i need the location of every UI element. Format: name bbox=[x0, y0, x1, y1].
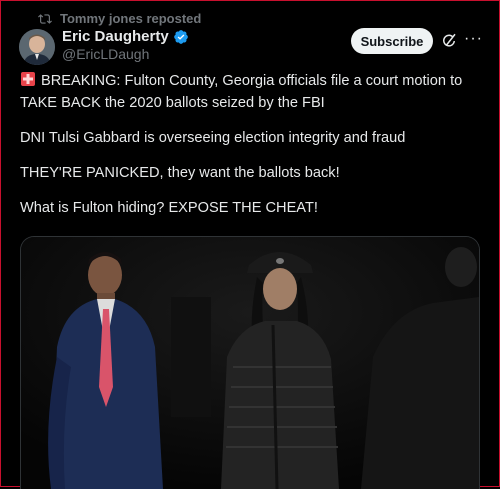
author-name-row[interactable]: Eric Daugherty bbox=[62, 28, 189, 45]
tweet-line-2: DNI Tulsi Gabbard is overseeing election… bbox=[20, 130, 406, 146]
tweet-text: BREAKING: Fulton County, Georgia officia… bbox=[20, 70, 485, 232]
tweet-line-1: BREAKING: Fulton County, Georgia officia… bbox=[20, 73, 463, 111]
repost-text: Tommy jones reposted bbox=[60, 11, 202, 26]
more-options-icon[interactable]: ··· bbox=[464, 30, 483, 48]
avatar[interactable] bbox=[19, 29, 55, 65]
repost-indicator[interactable]: Tommy jones reposted bbox=[38, 11, 201, 26]
author-name[interactable]: Eric Daugherty bbox=[62, 28, 169, 45]
grok-icon[interactable] bbox=[440, 32, 458, 50]
verified-badge-icon bbox=[173, 29, 188, 44]
author-handle[interactable]: @EricLDaugh bbox=[62, 46, 149, 62]
subscribe-button[interactable]: Subscribe bbox=[351, 28, 433, 54]
tweet-media-image[interactable] bbox=[20, 236, 480, 489]
tweet-paragraph-1: BREAKING: Fulton County, Georgia officia… bbox=[20, 70, 485, 114]
tweet-line-3: THEY'RE PANICKED, they want the ballots … bbox=[20, 165, 340, 181]
repost-icon bbox=[38, 13, 52, 24]
tweet-line-4: What is Fulton hiding? EXPOSE THE CHEAT! bbox=[20, 200, 318, 216]
photo-scene bbox=[21, 237, 479, 489]
siren-emoji-icon bbox=[21, 72, 35, 86]
